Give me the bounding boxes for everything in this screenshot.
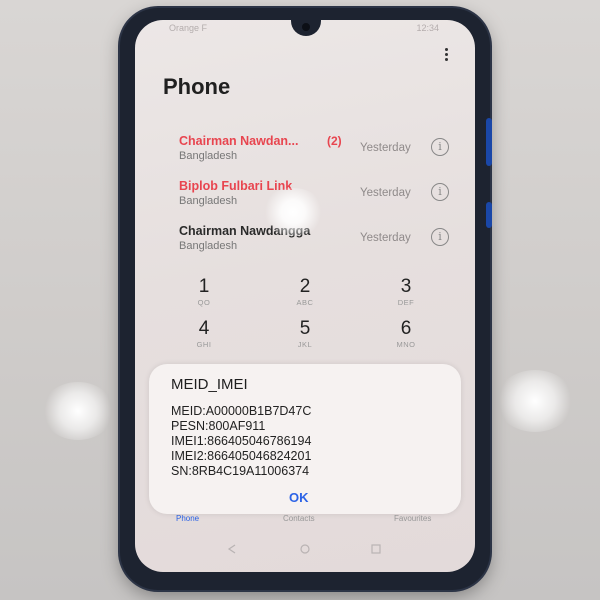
key-digit: 4 xyxy=(198,318,210,339)
table-glare-left xyxy=(42,382,114,440)
home-icon[interactable] xyxy=(300,544,310,554)
table-glare-right xyxy=(496,370,574,432)
info-icon[interactable]: i xyxy=(431,183,449,201)
key-digit: 1 xyxy=(198,276,210,297)
keypad-key-5[interactable]: 5 JKL xyxy=(270,318,340,358)
keypad-key-3[interactable]: 3 DEF xyxy=(371,276,441,316)
clock: 12:34 xyxy=(416,23,439,33)
call-time: Yesterday xyxy=(360,142,411,154)
call-count: (2) xyxy=(327,134,342,148)
key-letters: JKL xyxy=(297,340,313,349)
call-log-row[interactable]: Chairman Nawdangga Bangladesh Yesterday … xyxy=(135,224,475,268)
key-digit: 3 xyxy=(400,276,412,297)
bottom-tab-bar: Phone Contacts Favourites xyxy=(135,514,475,530)
call-location: Bangladesh xyxy=(179,195,238,207)
call-time: Yesterday xyxy=(360,187,411,199)
dialog-title: MEID_IMEI xyxy=(171,376,248,393)
keypad-key-2[interactable]: 2 ABC xyxy=(270,276,340,316)
call-log-row[interactable]: Chairman Nawdan... (2) Bangladesh Yester… xyxy=(135,134,475,178)
recents-icon[interactable] xyxy=(371,544,381,554)
info-icon[interactable]: i xyxy=(431,228,449,246)
meid-value: MEID:A00000B1B7D47C xyxy=(171,404,312,418)
back-icon[interactable] xyxy=(227,544,237,554)
imei1-value: IMEI1:866405046786194 xyxy=(171,434,312,448)
key-letters: ABC xyxy=(296,298,314,307)
more-vert-icon[interactable] xyxy=(443,48,449,64)
volume-button xyxy=(486,118,492,166)
power-button xyxy=(486,202,492,228)
call-time: Yesterday xyxy=(360,232,411,244)
call-location: Bangladesh xyxy=(179,150,238,162)
imei2-value: IMEI2:866405046824201 xyxy=(171,449,312,463)
key-letters: GHI xyxy=(196,340,212,349)
serial-number-value: SN:8RB4C19A11006374 xyxy=(171,464,310,478)
tab-phone[interactable]: Phone xyxy=(176,514,199,523)
contact-name: Chairman Nawdan... xyxy=(179,134,299,148)
contact-name: Biplob Fulbari Link xyxy=(179,179,293,193)
key-letters: DEF xyxy=(397,298,415,307)
keypad-key-1[interactable]: 1 QO xyxy=(169,276,239,316)
front-camera xyxy=(302,23,310,31)
key-digit: 2 xyxy=(299,276,311,297)
info-icon[interactable]: i xyxy=(431,138,449,156)
meid-imei-dialog: MEID_IMEI MEID:A00000B1B7D47C PESN:800AF… xyxy=(149,364,461,514)
call-location: Bangladesh xyxy=(179,240,238,252)
contact-name: Chairman Nawdangga xyxy=(179,224,311,238)
keypad-key-4[interactable]: 4 GHI xyxy=(169,318,239,358)
pesn-value: PESN:800AF911 xyxy=(171,419,266,433)
keypad-key-6[interactable]: 6 MNO xyxy=(371,318,441,358)
page-title: Phone xyxy=(163,74,231,99)
key-letters: MNO xyxy=(396,340,416,349)
carrier-label: Orange F xyxy=(169,23,208,33)
key-digit: 6 xyxy=(400,318,412,339)
call-log-row[interactable]: Biplob Fulbari Link Bangladesh Yesterday… xyxy=(135,179,475,223)
phone-screen: Orange F 12:34 Phone Chairman Nawdan... … xyxy=(135,20,475,572)
key-letters: QO xyxy=(197,298,211,307)
key-digit: 5 xyxy=(299,318,311,339)
tab-contacts[interactable]: Contacts xyxy=(283,514,315,523)
ok-button[interactable]: OK xyxy=(289,490,309,505)
tab-favourites[interactable]: Favourites xyxy=(394,514,431,523)
system-nav-bar xyxy=(135,540,475,560)
